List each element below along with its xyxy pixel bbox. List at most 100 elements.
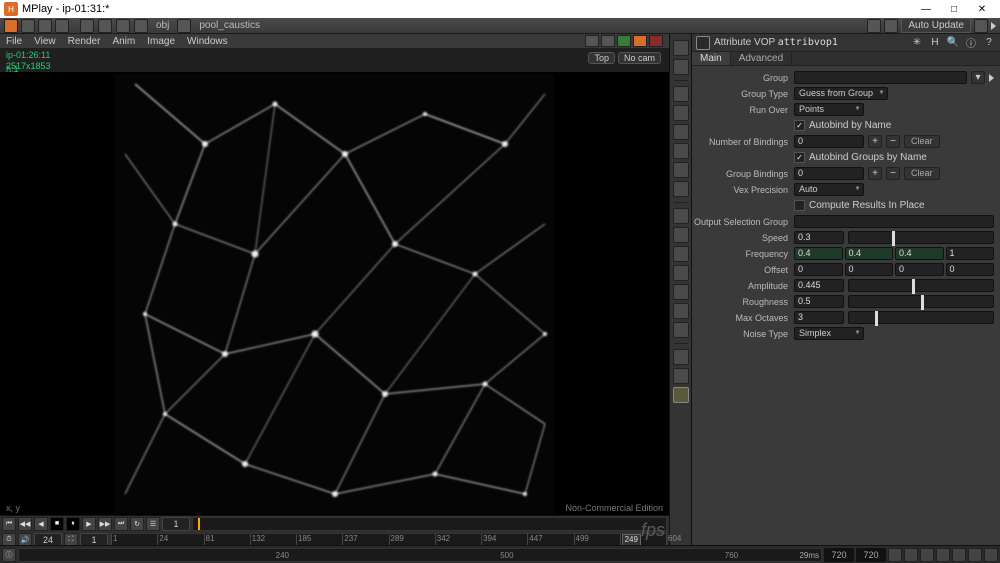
first-frame-button[interactable]: ⏮: [2, 517, 16, 531]
render-update-icon[interactable]: [633, 35, 647, 47]
global-playbar[interactable]: 240 500 760 29ms: [18, 548, 822, 562]
menu-windows[interactable]: Windows: [187, 36, 228, 47]
output-selection-input[interactable]: [794, 215, 994, 228]
gb-icon-3[interactable]: [920, 548, 934, 562]
prev-frame-button[interactable]: ◀: [34, 517, 48, 531]
node-icon[interactable]: [177, 19, 191, 33]
search-params-icon[interactable]: 🔍: [946, 36, 960, 50]
noise-type-select[interactable]: Simplex: [794, 327, 864, 340]
path-crumb-node[interactable]: pool_caustics: [195, 19, 264, 32]
global-end-b[interactable]: 720: [856, 548, 886, 562]
bindings-remove-button[interactable]: −: [886, 135, 900, 148]
group-type-select[interactable]: Guess from Group: [794, 87, 888, 100]
num-bindings-input[interactable]: 0: [794, 135, 864, 148]
speed-slider[interactable]: [848, 231, 994, 244]
camera-select-button[interactable]: No cam: [618, 52, 661, 64]
offset-w-input[interactable]: 0: [946, 263, 995, 276]
open-icon[interactable]: [38, 19, 52, 33]
normals-icon[interactable]: [673, 303, 689, 319]
wireframe-icon[interactable]: [673, 246, 689, 262]
info-icon[interactable]: [673, 40, 689, 56]
autobind-name-checkbox[interactable]: [794, 120, 805, 131]
save-icon[interactable]: [55, 19, 69, 33]
cloud-icon[interactable]: [867, 19, 881, 33]
abc-icon[interactable]: [673, 349, 689, 365]
group-input[interactable]: [794, 71, 967, 84]
operator-name[interactable]: attribvop1: [778, 37, 838, 48]
roughness-input[interactable]: 0.5: [794, 295, 844, 308]
help-icon[interactable]: [884, 19, 898, 33]
help-param-icon[interactable]: ⓘ: [964, 36, 978, 50]
render-stop-icon[interactable]: [649, 35, 663, 47]
offset-z-input[interactable]: 0: [895, 263, 944, 276]
path-crumb-obj[interactable]: obj: [152, 19, 173, 32]
uvs-icon[interactable]: [673, 322, 689, 338]
menu-view[interactable]: View: [34, 36, 56, 47]
menu-image[interactable]: Image: [147, 36, 175, 47]
freq-z-input[interactable]: 0.4: [895, 247, 944, 260]
frame-start-field[interactable]: 1: [162, 517, 190, 531]
group-bindings-input[interactable]: 0: [794, 167, 864, 180]
material-icon[interactable]: [673, 162, 689, 178]
freq-x-input[interactable]: 0.4: [794, 247, 843, 260]
loop-icon[interactable]: ↻: [130, 517, 144, 531]
pause-button[interactable]: ⏸: [66, 517, 80, 531]
menu-render[interactable]: Render: [68, 36, 101, 47]
amplitude-slider[interactable]: [848, 279, 994, 292]
amplitude-input[interactable]: 0.445: [794, 279, 844, 292]
freq-y-input[interactable]: 0.4: [845, 247, 894, 260]
folder-icon[interactable]: [134, 19, 148, 33]
vop-icon[interactable]: [696, 36, 710, 50]
view-mode-button[interactable]: Top: [588, 52, 615, 64]
offset-x-input[interactable]: 0: [794, 263, 843, 276]
group-bindings-remove-button[interactable]: −: [886, 167, 900, 180]
visibility-icon[interactable]: [673, 105, 689, 121]
new-icon[interactable]: [21, 19, 35, 33]
next-frame-button[interactable]: ▶: [82, 517, 96, 531]
light-icon[interactable]: [673, 143, 689, 159]
app-menu-icon[interactable]: [4, 19, 18, 33]
gb-icon-4[interactable]: [936, 548, 950, 562]
group-select-icon[interactable]: [989, 74, 994, 82]
frame-ruler[interactable]: [192, 517, 667, 531]
gear-icon[interactable]: ✳: [910, 36, 924, 50]
run-over-select[interactable]: Points: [794, 103, 864, 116]
render-viewport[interactable]: x, y Non-Commercial Edition: [0, 72, 669, 515]
lock-icon[interactable]: [673, 86, 689, 102]
toolbar-icon-a[interactable]: [585, 35, 599, 47]
selected-tool-icon[interactable]: [673, 387, 689, 403]
group-dropdown-icon[interactable]: ▾: [971, 71, 985, 84]
pin-icon[interactable]: [974, 19, 988, 33]
window-minimize-button[interactable]: —: [912, 2, 940, 16]
grid-icon[interactable]: [673, 227, 689, 243]
auto-update-button[interactable]: Auto Update: [901, 18, 971, 33]
max-octaves-slider[interactable]: [848, 311, 994, 324]
last-frame-button[interactable]: ⏭: [114, 517, 128, 531]
group-bindings-clear-button[interactable]: Clear: [904, 167, 940, 180]
autobind-groups-checkbox[interactable]: [794, 152, 805, 163]
stop-button[interactable]: ■: [50, 517, 64, 531]
shaded-icon[interactable]: [673, 265, 689, 281]
gb-icon-7[interactable]: [984, 548, 998, 562]
cook-arrow-icon[interactable]: [991, 22, 996, 30]
toolbar-icon-b[interactable]: [601, 35, 615, 47]
max-octaves-input[interactable]: 3: [794, 311, 844, 324]
render-go-icon[interactable]: [617, 35, 631, 47]
compute-in-place-checkbox[interactable]: [794, 200, 805, 211]
menu-file[interactable]: File: [6, 36, 22, 47]
bindings-clear-button[interactable]: Clear: [904, 135, 940, 148]
snap-icon[interactable]: [673, 368, 689, 384]
speed-input[interactable]: 0.3: [794, 231, 844, 244]
help-question-icon[interactable]: ?: [982, 36, 996, 50]
global-end-a[interactable]: 720: [824, 548, 854, 562]
info-toggle-icon[interactable]: ⓘ: [2, 548, 16, 562]
gb-icon-5[interactable]: [952, 548, 966, 562]
window-maximize-button[interactable]: □: [940, 2, 968, 16]
offset-y-input[interactable]: 0: [845, 263, 894, 276]
gb-icon-6[interactable]: [968, 548, 982, 562]
step-fwd-button[interactable]: ▶▶: [98, 517, 112, 531]
back-icon[interactable]: [80, 19, 94, 33]
points-icon[interactable]: [673, 284, 689, 300]
axis-icon[interactable]: [673, 208, 689, 224]
roughness-slider[interactable]: [848, 295, 994, 308]
